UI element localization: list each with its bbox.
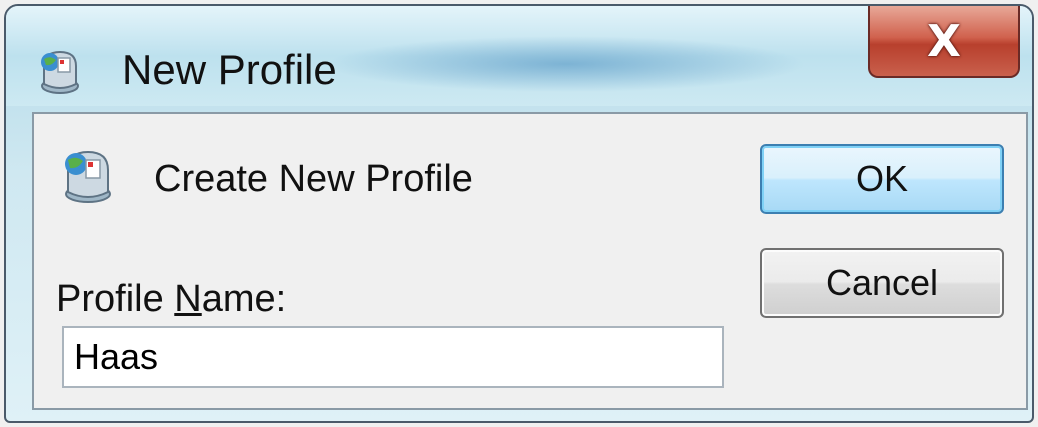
close-button[interactable]: X xyxy=(868,6,1020,78)
close-icon: X xyxy=(927,15,961,67)
dialog-body: Create New Profile Profile Name: OK Canc… xyxy=(32,112,1028,410)
dialog-header: Create New Profile xyxy=(154,158,473,200)
profile-name-label: Profile Name: xyxy=(56,278,286,321)
new-profile-window: New Profile X Create New Profile Profile… xyxy=(4,4,1034,423)
cancel-button[interactable]: Cancel xyxy=(760,248,1004,318)
profile-name-label-pre: Profile xyxy=(56,278,175,320)
title-bar[interactable]: New Profile X xyxy=(6,6,1032,106)
ok-button[interactable]: OK xyxy=(760,144,1004,214)
profile-name-label-accel: N xyxy=(174,278,202,320)
window-title: New Profile xyxy=(122,46,337,93)
profile-name-label-post: ame: xyxy=(201,278,287,320)
profile-globe-icon xyxy=(41,50,79,94)
profile-name-input[interactable] xyxy=(62,326,724,388)
profile-globe-icon xyxy=(65,150,111,203)
